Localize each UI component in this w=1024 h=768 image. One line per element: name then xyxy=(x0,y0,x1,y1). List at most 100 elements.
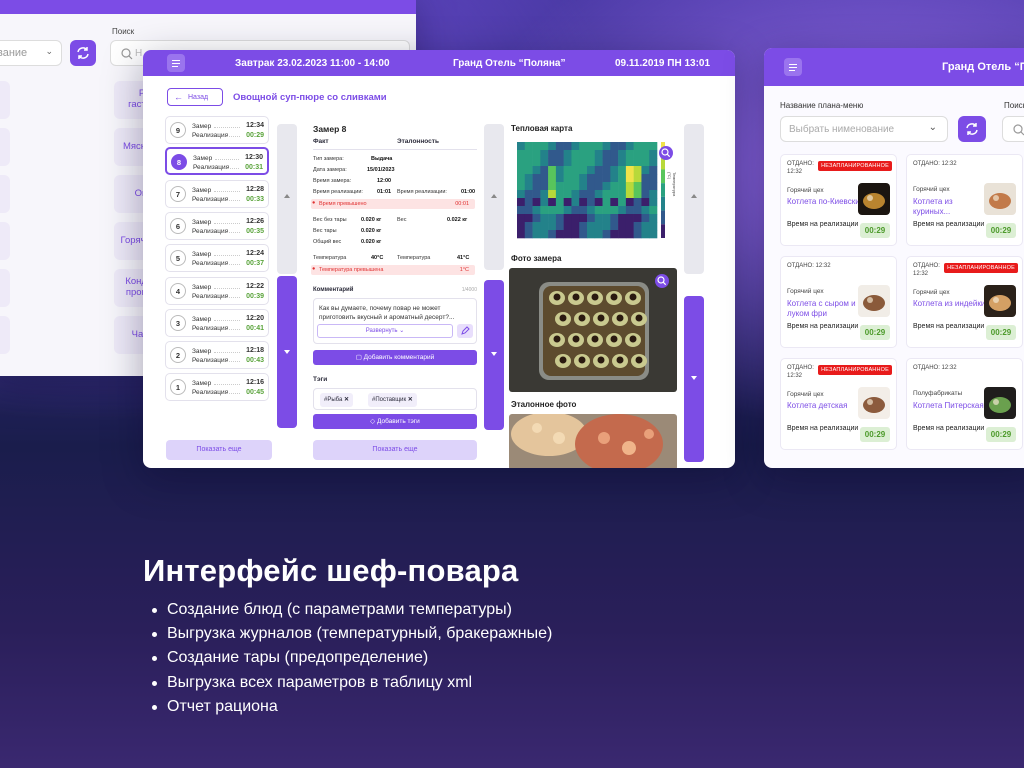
detail-title: Замер 8 xyxy=(313,124,347,134)
order-card[interactable]: ОТДАНО: 12:32 Полуфабрикаты Котлета Питерс… xyxy=(906,358,1023,450)
measurement-item[interactable]: 5 Замер Реализация 12:24 00:37 xyxy=(165,244,269,272)
chevron-down-icon: ⌄ xyxy=(45,46,53,56)
time-badge: 00:29 xyxy=(860,325,890,340)
category-stub[interactable] xyxy=(0,128,10,166)
category-stub[interactable] xyxy=(0,316,10,354)
dish-name[interactable]: Котлета с сыром и луком фри xyxy=(787,299,863,318)
close-icon[interactable]: ✕ xyxy=(344,397,349,403)
show-more-detail-button[interactable]: Показать еще xyxy=(313,440,477,460)
tag-chip[interactable]: #Рыба ✕ xyxy=(320,393,353,407)
sent-time: ОТДАНО: 12:32 xyxy=(787,365,814,379)
workshop-label: Горячий цех xyxy=(787,288,824,295)
back-button[interactable]: ← Назад xyxy=(167,88,223,106)
dish-name[interactable]: Котлета из индейки xyxy=(913,299,989,309)
add-tags-button[interactable]: ◇ Добавить тэги xyxy=(313,414,477,429)
total-weight-label: Общий вес xyxy=(313,239,342,245)
net-weight-value: 0.020 кг xyxy=(361,217,382,223)
workshop-label: Полуфабрикаты xyxy=(913,390,963,397)
time-label: Время на реализации xyxy=(787,425,859,432)
header-hotel: Гранд Отель “Поляна” xyxy=(453,58,566,69)
comment-text: Как вы думаете, почему повар не может пр… xyxy=(319,305,455,322)
unplanned-badge: НЕЗАПЛАНИРОВАННОЕ xyxy=(818,161,892,171)
measurement-item[interactable]: 7 Замер Реализация 12:28 00:33 xyxy=(165,180,269,208)
category-stub[interactable] xyxy=(0,81,10,119)
expand-button[interactable]: Развернуть ⌄ xyxy=(317,324,453,338)
temperature-label: Температура xyxy=(313,255,347,261)
measurement-item-active[interactable]: 8 Замер Реализация 12:30 00:31 xyxy=(165,147,269,175)
feature-item: Отчет рациона xyxy=(150,698,552,722)
category-stub[interactable] xyxy=(0,222,10,260)
ref-temperature-label: Температура xyxy=(397,255,431,261)
sent-time: ОТДАНО: 12:32 xyxy=(787,161,814,175)
menu-button[interactable] xyxy=(784,58,802,76)
center-panel: Завтрак 23.02.2023 11:00 - 14:00 Гранд О… xyxy=(143,50,735,468)
time-error-banner: ● Время превышено 00:01 xyxy=(311,199,475,209)
measurement-item[interactable]: 3 Замер Реализация 12:20 00:41 xyxy=(165,309,269,337)
search-input[interactable] xyxy=(1002,116,1024,142)
order-card[interactable]: ОТДАНО: 12:32 НЕЗАПЛАНИРОВАННОЕ Горячий цех… xyxy=(780,154,897,246)
tags-label: Тэги xyxy=(313,376,328,383)
close-icon[interactable]: ✕ xyxy=(408,397,413,403)
workshop-label: Горячий цех xyxy=(787,187,824,194)
refresh-button[interactable] xyxy=(958,116,986,142)
search-icon xyxy=(657,276,667,286)
order-card[interactable]: ОТДАНО: 12:32 НЕЗАПЛАНИРОВАННОЕ Горячий цех… xyxy=(906,256,1023,348)
header-hotel: Гранд Отель “П xyxy=(942,61,1024,73)
category-stub[interactable] xyxy=(0,269,10,307)
edit-button[interactable] xyxy=(457,324,473,338)
measurement-item[interactable]: 6 Замер Реализация 12:26 00:35 xyxy=(165,212,269,240)
category-stub[interactable] xyxy=(0,175,10,213)
pencil-icon xyxy=(461,326,470,335)
tag-icon: ◇ xyxy=(370,418,376,425)
temperature-error-banner: ● Температура превышена 1°C xyxy=(311,265,475,275)
expand-label: Развернуть xyxy=(365,328,398,334)
dish-name[interactable]: Котлета по-Киевски xyxy=(787,197,863,207)
menu-button[interactable] xyxy=(167,54,185,72)
sent-time: ОТДАНО: 12:32 xyxy=(787,263,831,269)
category-select[interactable]: вание ⌄ xyxy=(0,40,62,66)
scroll-down-button-2[interactable] xyxy=(484,280,504,430)
dish-name[interactable]: Котлета из куриных... xyxy=(913,197,989,216)
measurement-item[interactable]: 4 Замер Реализация 12:22 00:39 xyxy=(165,277,269,305)
dish-name[interactable]: Котлета Питерская xyxy=(913,401,989,411)
order-card[interactable]: ОТДАНО: 12:32 Горячий цех Котлета с сыром … xyxy=(780,256,897,348)
measurement-item[interactable]: 9 Замер Реализация 12:34 00:29 xyxy=(165,116,269,144)
ref-weight-value: 0.022 кг xyxy=(447,217,468,223)
refresh-button[interactable] xyxy=(70,40,96,66)
zoom-photo-button[interactable] xyxy=(655,274,669,288)
scroll-up-area-3[interactable] xyxy=(684,124,704,274)
right-panel: Гранд Отель “П Название плана-меню Поиск… xyxy=(764,48,1024,468)
workshop-label: Горячий цех xyxy=(913,186,950,193)
show-more-button[interactable]: Показать еще xyxy=(166,440,272,460)
scroll-down-button[interactable] xyxy=(277,276,297,428)
ref-weight-label: Вес xyxy=(397,217,407,223)
measure-date-value: 15/01/2023 xyxy=(367,167,395,173)
add-comment-button[interactable]: ▢ Добавить комментарий xyxy=(313,350,477,365)
order-card[interactable]: ОТДАНО: 12:32 НЕЗАПЛАНИРОВАННОЕ Горячий цех… xyxy=(780,358,897,450)
search-icon xyxy=(121,48,133,60)
feature-list: Создание блюд (с параметрами температуры… xyxy=(150,601,552,722)
dish-name[interactable]: Котлета детская xyxy=(787,401,863,411)
time-label: Время на реализации xyxy=(913,425,985,432)
measurement-item[interactable]: 1 Замер Реализация 12:16 00:45 xyxy=(165,373,269,401)
scroll-up-area[interactable] xyxy=(277,124,297,274)
zoom-button[interactable] xyxy=(659,146,673,160)
tag-chip[interactable]: #Поставщик ✕ xyxy=(368,393,417,407)
heatmap-image xyxy=(517,142,665,239)
reference-photo xyxy=(509,414,677,468)
plan-select[interactable]: Выбрать нименование ⌄ xyxy=(780,116,948,142)
measurement-item[interactable]: 2 Замер Реализация 12:18 00:43 xyxy=(165,341,269,369)
chevron-down-icon: ⌄ xyxy=(399,328,405,334)
measurement-photo xyxy=(509,268,677,392)
comment-label: Комментарий xyxy=(313,287,354,293)
feature-item: Выгрузка журналов (температурный, бракер… xyxy=(150,625,552,649)
scroll-up-area-2[interactable] xyxy=(484,124,504,270)
scroll-down-button-3[interactable] xyxy=(684,296,704,462)
feature-item: Создание тары (предопределение) xyxy=(150,649,552,673)
ref-sale-time-label: Время реализации: xyxy=(397,189,447,195)
refresh-icon xyxy=(77,47,89,59)
center-header: Завтрак 23.02.2023 11:00 - 14:00 Гранд О… xyxy=(143,50,735,76)
workshop-label: Горячий цех xyxy=(787,391,824,398)
order-card[interactable]: ОТДАНО: 12:32 Горячий цех Котлета из курин… xyxy=(906,154,1023,246)
measure-type-label: Тип замера: xyxy=(313,156,344,162)
